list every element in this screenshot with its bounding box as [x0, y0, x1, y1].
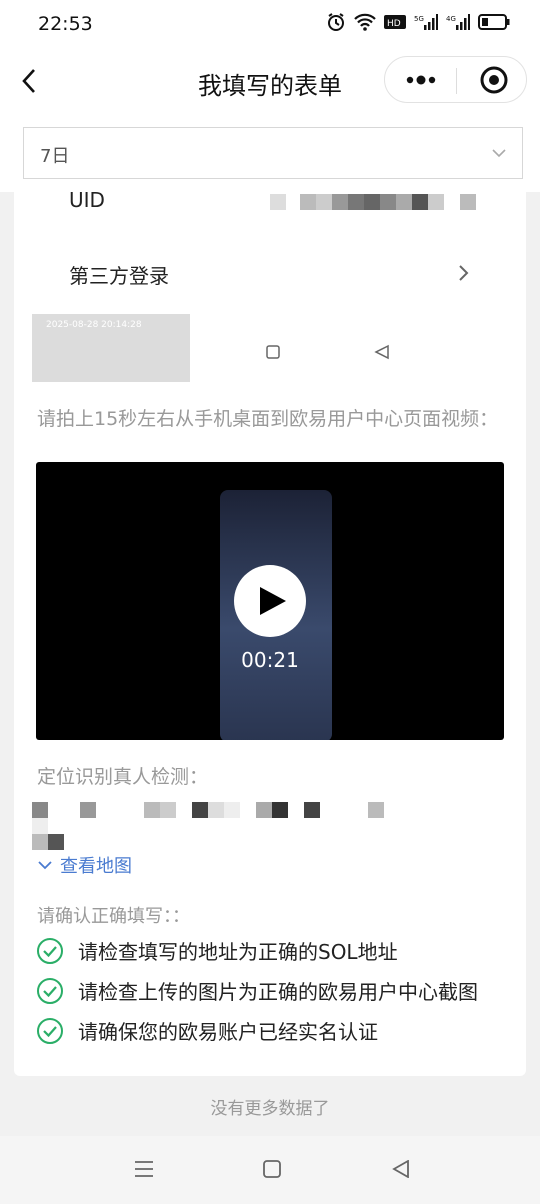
- menu-icon[interactable]: [134, 1160, 154, 1178]
- uid-value-redacted: [270, 194, 476, 210]
- back-nav-icon[interactable]: [392, 1160, 410, 1178]
- svg-text:HD: HD: [387, 19, 401, 29]
- signal-4g-icon: 4G: [446, 14, 470, 30]
- date-range-select[interactable]: 7日: [23, 127, 523, 179]
- confirm-question: 请确认正确填写：：: [37, 906, 190, 927]
- status-bar: 22:53 HD 5G 4G: [0, 0, 540, 48]
- svg-text:4G: 4G: [446, 15, 456, 23]
- screenshot-timestamp: 2025-08-28 20:14:28: [46, 320, 142, 330]
- uploaded-screenshot-thumbnail[interactable]: 2025-08-28 20:14:28: [32, 314, 190, 382]
- more-icon[interactable]: [405, 66, 437, 94]
- uid-label: UID: [69, 188, 105, 212]
- video-question: 请拍上15秒左右从手机桌面到欧易用户中心页面视频：: [37, 408, 499, 430]
- home-square-icon: [266, 345, 280, 359]
- view-map-label: 查看地图: [60, 856, 132, 877]
- check-item: 请检查上传的图片为正确的欧易用户中心截图: [36, 976, 478, 1005]
- check-circle-icon: [37, 977, 63, 1004]
- play-button[interactable]: [234, 565, 306, 637]
- check-circle-icon: [37, 1017, 63, 1044]
- location-question: 定位识别真人检测：: [37, 766, 209, 788]
- check-item-label: 请确保您的欧易账户已经实名认证: [78, 1020, 378, 1044]
- form-card: UID 第三方登录 2025-08-28 20:14:28 请拍上15秒左右从手…: [14, 188, 526, 1076]
- date-range-value: 7日: [40, 146, 70, 167]
- chevron-down-icon: [492, 149, 506, 158]
- check-item: 请检查填写的地址为正确的SOL地址: [36, 936, 398, 965]
- battery-icon: [478, 14, 510, 30]
- capsule-divider: [456, 68, 457, 94]
- mini-program-capsule: [384, 56, 527, 103]
- svg-text:5G: 5G: [414, 15, 424, 23]
- status-icons: HD 5G 4G: [326, 12, 510, 32]
- check-item-label: 请检查填写的地址为正确的SOL地址: [78, 940, 398, 964]
- view-map-link[interactable]: 查看地图: [38, 852, 132, 878]
- navigation-bar: 我填写的表单: [0, 48, 540, 116]
- system-navigation-bar: [0, 1136, 540, 1204]
- status-time: 22:53: [38, 13, 93, 35]
- location-value-redacted: [32, 802, 384, 850]
- no-more-data-text: 没有更多数据了: [210, 1099, 330, 1119]
- check-item: 请确保您的欧易账户已经实名认证: [36, 1016, 378, 1045]
- alarm-icon: [328, 13, 344, 31]
- chevron-down-icon: [38, 861, 52, 870]
- video-duration: 00:21: [241, 648, 299, 672]
- filter-bar: 7日: [0, 116, 540, 192]
- signal-5g-icon: 5G: [414, 14, 438, 30]
- video-player[interactable]: 00:21: [36, 462, 504, 740]
- wifi-icon: [354, 13, 376, 31]
- back-triangle-icon: [374, 344, 389, 360]
- check-circle-icon: [37, 937, 63, 964]
- hd-icon: HD: [384, 15, 406, 29]
- third-party-login-label: 第三方登录: [69, 264, 169, 288]
- close-target-icon[interactable]: [479, 65, 509, 95]
- play-icon: [260, 587, 286, 615]
- home-icon[interactable]: [263, 1160, 281, 1178]
- chevron-right-icon[interactable]: [458, 264, 470, 282]
- check-item-label: 请检查上传的图片为正确的欧易用户中心截图: [78, 980, 478, 1004]
